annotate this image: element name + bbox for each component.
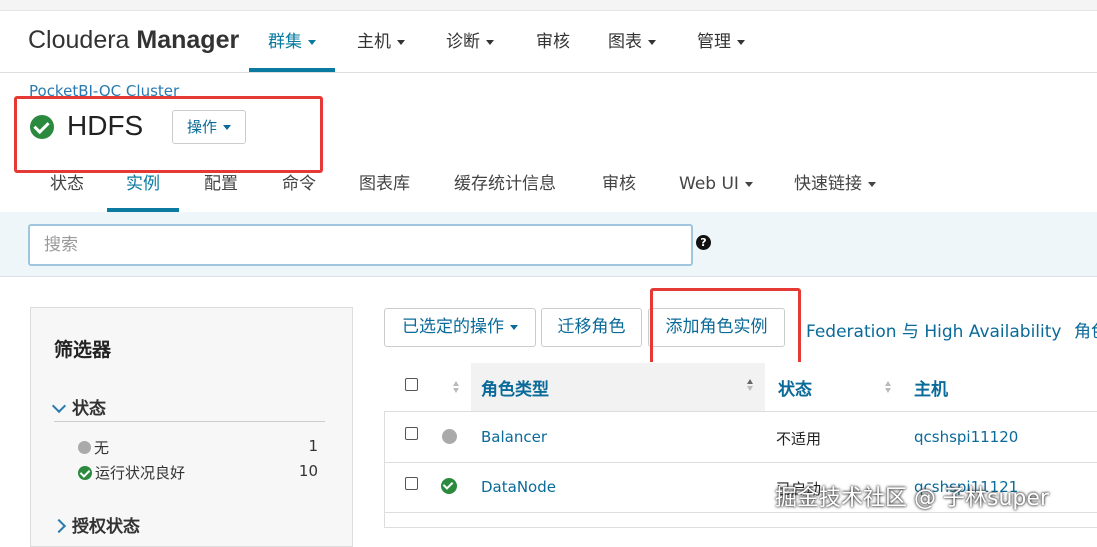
row-divider (384, 462, 1097, 463)
row-checkbox[interactable] (405, 427, 418, 440)
caret-down-icon (744, 181, 753, 187)
host-cell[interactable]: qcshspi11120 (914, 428, 1018, 446)
row-divider (384, 512, 1097, 513)
tab-cache-stats[interactable]: 缓存统计信息 (454, 158, 556, 212)
sort-icon[interactable] (453, 381, 460, 393)
column-state[interactable]: 状态 (778, 375, 812, 400)
watermark: 掘金技术社区 @ 子林super (775, 486, 1049, 511)
federation-ha-link[interactable]: Federation 与 High Availability (806, 317, 1061, 342)
chevron-down-icon (51, 398, 67, 414)
brand-text-light: Cloudera (28, 26, 137, 54)
tab-audits[interactable]: 审核 (602, 158, 636, 212)
nav-clusters[interactable]: 群集 (249, 20, 335, 72)
select-all-checkbox[interactable] (405, 378, 418, 391)
caret-down-icon (510, 324, 518, 330)
ok-check-icon (441, 478, 457, 494)
tab-web-ui[interactable]: Web UI (679, 158, 753, 212)
top-strip (0, 0, 1097, 11)
tab-status[interactable]: 状态 (50, 158, 84, 212)
nav-diagnostics[interactable]: 诊断 (446, 20, 494, 72)
tab-instances[interactable]: 实例 (107, 158, 179, 212)
role-type-cell[interactable]: Balancer (481, 428, 547, 446)
column-host[interactable]: 主机 (914, 375, 948, 400)
gray-dot-icon (78, 441, 91, 454)
role-groups-link[interactable]: 角色 (1074, 317, 1097, 342)
brand-text-bold: Manager (136, 26, 240, 54)
filter-divider (54, 421, 325, 422)
caret-down-icon (868, 181, 876, 187)
migrate-role-button[interactable]: 迁移角色 (541, 308, 642, 347)
role-type-cell[interactable]: DataNode (481, 478, 556, 496)
highlight-box-add-role (650, 288, 801, 370)
gray-dot-icon (442, 429, 457, 444)
filter-count: 1 (308, 437, 318, 455)
tab-commands[interactable]: 命令 (282, 158, 316, 212)
nav-audits[interactable]: 审核 (536, 20, 570, 72)
column-role-type[interactable]: 角色类型 (481, 375, 549, 400)
search-input[interactable]: 搜索 (28, 224, 693, 266)
caret-down-icon (308, 39, 316, 45)
caret-down-icon (648, 39, 656, 45)
brand-logo[interactable]: Cloudera Manager (28, 26, 239, 55)
caret-down-icon (397, 39, 405, 45)
nav-charts[interactable]: 图表 (608, 20, 656, 72)
chevron-right-icon (51, 518, 67, 534)
sort-icon[interactable] (885, 381, 892, 393)
sort-asc-icon[interactable] (747, 379, 754, 391)
nav-hosts[interactable]: 主机 (357, 20, 405, 72)
filter-item-none[interactable]: 无1 (78, 437, 320, 458)
nav-admin[interactable]: 管理 (697, 20, 745, 72)
state-cell: 不适用 (776, 430, 822, 448)
filter-section-authorization[interactable]: 授权状态 (51, 512, 140, 537)
help-icon[interactable]: ? (696, 235, 711, 250)
tab-chart-library[interactable]: 图表库 (359, 158, 410, 212)
filter-count: 10 (298, 462, 318, 480)
filter-title: 筛选器 (54, 339, 112, 361)
tab-quick-links[interactable]: 快速链接 (794, 158, 876, 212)
filter-section-status[interactable]: 状态 (51, 394, 106, 419)
tab-configuration[interactable]: 配置 (204, 158, 238, 212)
caret-down-icon (737, 39, 745, 45)
caret-down-icon (486, 39, 494, 45)
filter-item-good-health[interactable]: 运行状况良好 10 (78, 462, 320, 483)
ok-check-icon (78, 466, 92, 480)
selected-actions-button[interactable]: 已选定的操作 (384, 308, 536, 347)
row-checkbox[interactable] (405, 477, 418, 490)
